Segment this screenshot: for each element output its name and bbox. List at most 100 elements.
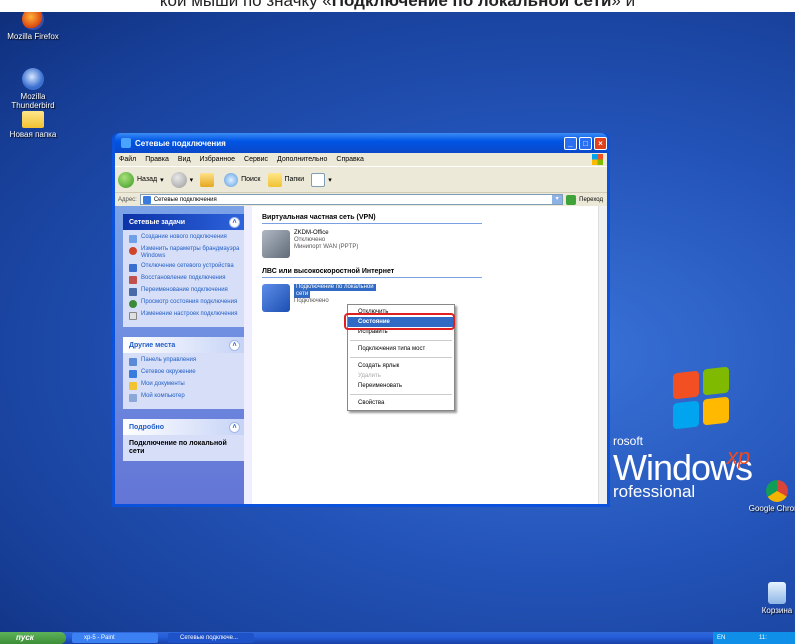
desktop-icon-recycle-bin[interactable]: Корзина bbox=[746, 582, 795, 615]
menu-separator bbox=[350, 340, 452, 341]
taskbar-item-paint[interactable]: xp-5 - Paint bbox=[72, 633, 158, 643]
network-tasks-header[interactable]: Сетевые задачи ˄ bbox=[123, 214, 244, 230]
rename-icon bbox=[129, 288, 137, 296]
address-dropdown-icon[interactable]: ▾ bbox=[552, 195, 563, 204]
menu-item-bridge[interactable]: Подключения типа мост bbox=[348, 344, 454, 354]
task-pane-scrollbar[interactable] bbox=[244, 206, 252, 504]
desktop-icon-new-folder[interactable]: Новая папка bbox=[2, 107, 64, 139]
forward-button[interactable]: ▾ bbox=[170, 171, 193, 188]
menu-item-delete: Удалить bbox=[358, 373, 381, 379]
menu-tools[interactable]: Сервис bbox=[244, 156, 268, 163]
collapse-chevron-icon[interactable]: ˄ bbox=[229, 216, 240, 228]
folder-up-icon bbox=[200, 172, 215, 187]
network-connections-icon bbox=[121, 138, 131, 148]
task-firewall-settings[interactable]: Изменить параметры брандмауэра Windows bbox=[129, 246, 240, 260]
place-control-panel[interactable]: Панель управления bbox=[129, 357, 240, 366]
new-connection-icon bbox=[129, 235, 137, 243]
maximize-button[interactable]: □ bbox=[579, 136, 592, 150]
menu-item-create-shortcut[interactable]: Создать ярлык bbox=[348, 361, 454, 371]
thunderbird-icon bbox=[22, 68, 44, 90]
repair-icon bbox=[129, 276, 137, 284]
forward-arrow-icon bbox=[170, 171, 187, 188]
taskbar-item-network[interactable]: Сетевые подключе... bbox=[168, 633, 254, 643]
my-computer-icon bbox=[129, 394, 137, 402]
firefox-icon bbox=[22, 12, 44, 30]
lan-group-title: ЛВС или высокоскоростной Интернет bbox=[262, 268, 482, 278]
network-folder-icon bbox=[142, 195, 151, 204]
menu-edit[interactable]: Правка bbox=[145, 156, 169, 163]
place-my-computer[interactable]: Мой компьютер bbox=[129, 393, 240, 402]
menu-item-status[interactable]: Состояние bbox=[348, 317, 454, 327]
settings-icon bbox=[129, 312, 137, 320]
vpn-connection-icon bbox=[262, 230, 290, 258]
address-input[interactable]: Сетевые подключения ▾ bbox=[139, 194, 564, 205]
menu-help[interactable]: Справка bbox=[336, 156, 363, 163]
task-rename-connection[interactable]: Переименование подключения bbox=[129, 287, 240, 296]
place-my-documents[interactable]: Мои документы bbox=[129, 381, 240, 390]
desktop-icon-firefox[interactable]: Mozilla Firefox bbox=[2, 12, 64, 41]
control-panel-icon bbox=[129, 358, 137, 366]
menu-separator bbox=[350, 357, 452, 358]
windows-flag-icon bbox=[592, 154, 603, 165]
task-disable-device[interactable]: Отключение сетевого устройства bbox=[129, 263, 240, 272]
other-places-header[interactable]: Другие места ˄ bbox=[123, 337, 244, 353]
logo-xp-text: xp bbox=[727, 444, 751, 469]
task-pane: Сетевые задачи ˄ Создание нового подключ… bbox=[115, 206, 252, 504]
toolbar: Назад ▾ ▾ Поиск Папки ▾ bbox=[115, 166, 607, 192]
close-button[interactable]: × bbox=[594, 136, 607, 150]
details-connection-name: Подключение по локальной сети bbox=[129, 440, 227, 455]
menu-file[interactable]: Файл bbox=[119, 156, 136, 163]
go-arrow-icon bbox=[566, 194, 577, 205]
address-bar: Адрес: Сетевые подключения ▾ Переход bbox=[115, 192, 607, 206]
menu-item-rename[interactable]: Переименовать bbox=[348, 381, 454, 391]
collapse-chevron-icon[interactable]: ˄ bbox=[229, 339, 240, 351]
details-panel: Подробно ˄ Подключение по локальной сети bbox=[123, 419, 244, 461]
vpn-connection-item[interactable]: ZKDM-Office Отключено Минипорт WAN (PPTP… bbox=[262, 230, 597, 258]
connections-scrollbar[interactable] bbox=[598, 206, 607, 504]
menu-item-properties[interactable]: Свойства bbox=[348, 398, 454, 408]
firewall-icon bbox=[129, 247, 137, 255]
language-indicator[interactable]: EN bbox=[717, 635, 725, 641]
folder-icon bbox=[22, 111, 44, 128]
folders-button[interactable]: Папки bbox=[267, 172, 304, 187]
menu-advanced[interactable]: Дополнительно bbox=[277, 156, 327, 163]
menu-separator bbox=[350, 394, 452, 395]
up-button[interactable] bbox=[200, 172, 217, 187]
clock[interactable]: 11: bbox=[759, 635, 767, 641]
task-create-connection[interactable]: Создание нового подключения bbox=[129, 234, 240, 243]
task-view-status[interactable]: Просмотр состояния подключения bbox=[129, 299, 240, 308]
menu-item-repair[interactable]: Исправить bbox=[348, 327, 454, 337]
desktop-icon-thunderbird[interactable]: Mozilla Thunderbird bbox=[2, 68, 64, 110]
lan-connection-icon bbox=[262, 284, 290, 312]
status-icon bbox=[129, 300, 137, 308]
search-icon bbox=[224, 172, 239, 187]
views-button[interactable]: ▾ bbox=[311, 172, 332, 187]
search-button[interactable]: Поиск bbox=[224, 172, 261, 187]
my-documents-icon bbox=[129, 382, 137, 390]
window-title: Сетевые подключения bbox=[135, 138, 226, 148]
task-change-settings[interactable]: Изменение настроек подключения bbox=[129, 311, 240, 320]
recycle-bin-icon bbox=[768, 582, 786, 604]
back-arrow-icon bbox=[118, 171, 134, 188]
window-titlebar[interactable]: Сетевые подключения _ □ × bbox=[115, 133, 607, 153]
start-button[interactable]: пуск bbox=[0, 632, 66, 644]
task-repair-connection[interactable]: Восстановление подключения bbox=[129, 275, 240, 284]
menu-bar: Файл Правка Вид Избранное Сервис Дополни… bbox=[115, 153, 607, 166]
go-button[interactable]: Переход bbox=[566, 194, 607, 205]
logo-professional-text: rofessional bbox=[613, 482, 696, 501]
menu-favorites[interactable]: Избранное bbox=[200, 156, 235, 163]
minimize-button[interactable]: _ bbox=[564, 136, 577, 150]
network-tasks-panel: Сетевые задачи ˄ Создание нового подключ… bbox=[123, 214, 244, 327]
system-tray: EN 11: bbox=[713, 632, 795, 644]
menu-view[interactable]: Вид bbox=[178, 156, 191, 163]
back-button[interactable]: Назад ▾ bbox=[118, 171, 164, 188]
place-network[interactable]: Сетевое окружение bbox=[129, 369, 240, 378]
menu-item-disable[interactable]: Отключить bbox=[348, 307, 454, 317]
address-label: Адрес: bbox=[118, 196, 137, 203]
taskbar: пуск xp-5 - Paint Сетевые подключе... EN… bbox=[0, 632, 795, 644]
logo-microsoft-text: rosoft bbox=[613, 434, 644, 448]
context-menu: Отключить Состояние Исправить Подключени… bbox=[347, 304, 455, 411]
details-header[interactable]: Подробно ˄ bbox=[123, 419, 244, 435]
collapse-chevron-icon[interactable]: ˄ bbox=[229, 421, 240, 433]
network-places-icon bbox=[129, 370, 137, 378]
